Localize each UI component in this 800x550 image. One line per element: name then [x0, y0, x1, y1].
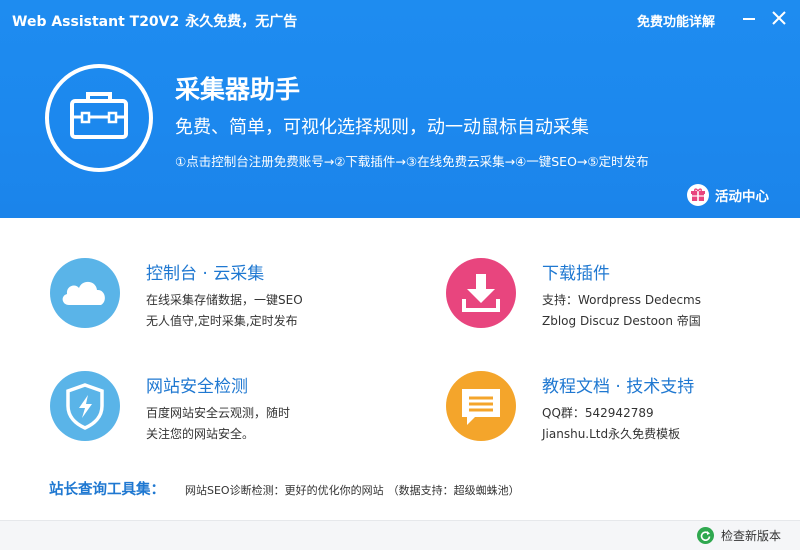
security-check-card-line1: 百度网站安全云观测，随时	[146, 406, 291, 420]
refresh-icon	[697, 527, 714, 544]
webmaster-tools-label: 站长查询工具集：	[49, 482, 165, 498]
docs-support-card-line1: QQ群：542942789	[542, 406, 654, 420]
download-plugin-card-line2: Zblog Discuz Destoon 帝国	[542, 314, 701, 328]
gift-icon	[687, 184, 709, 206]
console-card-line2: 无人值守,定时采集,定时发布	[146, 314, 298, 328]
hero-subtitle: 免费、简单，可视化选择规则，动一动鼠标自动采集	[175, 117, 589, 138]
check-update-label: 检查新版本	[721, 529, 782, 543]
footer-bar: 检查新版本	[0, 520, 800, 550]
activity-center-button[interactable]: 活动中心	[687, 183, 769, 207]
title-bar: Web Assistant T20V2 永久免费，无广告 免费功能详解	[0, 0, 800, 38]
minimize-button[interactable]	[739, 8, 759, 28]
cloud-icon	[50, 258, 120, 328]
download-plugin-card-line1: 支持：Wordpress Dedecms	[542, 293, 701, 307]
security-check-card-line2: 关注您的网站安全。	[146, 427, 255, 441]
docs-support-card-line2: Jianshu.Ltd永久免费模板	[542, 427, 681, 441]
webmaster-tools: 站长查询工具集： 网站SEO诊断检测：更好的优化你的网站 （数据支持：超级蜘蛛池…	[49, 478, 520, 499]
feature-details-link[interactable]: 免费功能详解	[637, 11, 715, 30]
activity-center-label: 活动中心	[715, 189, 769, 205]
shield-icon	[50, 371, 120, 441]
minimize-icon	[743, 18, 755, 20]
security-check-card[interactable]: 网站安全检测 百度网站安全云观测，随时 关注您的网站安全。	[49, 370, 379, 450]
app-name: Web Assistant T20V2	[12, 14, 180, 30]
app-title: Web Assistant T20V2 永久免费，无广告	[12, 11, 297, 31]
header-banner: Web Assistant T20V2 永久免费，无广告 免费功能详解 采集器助手…	[0, 0, 800, 218]
download-icon	[446, 258, 516, 328]
security-check-card-title: 网站安全检测	[146, 377, 248, 397]
check-update-button[interactable]: 检查新版本	[697, 527, 781, 544]
hero-steps: ①点击控制台注册免费账号→②下载插件→③在线免费云采集→④一键SEO→⑤定时发布	[175, 154, 649, 169]
docs-support-card[interactable]: 教程文档 · 技术支持 QQ群：542942789 Jianshu.Ltd永久免…	[445, 370, 775, 450]
console-card-line1: 在线采集存储数据，一键SEO	[146, 293, 303, 307]
data-support-note: （数据支持：超级蜘蛛池）	[387, 484, 520, 497]
toolbox-icon	[45, 64, 153, 172]
hero-title: 采集器助手	[175, 75, 301, 104]
close-button[interactable]	[769, 8, 789, 28]
console-card[interactable]: 控制台 · 云采集 在线采集存储数据，一键SEO 无人值守,定时采集,定时发布	[49, 257, 379, 337]
seo-check-link[interactable]: 网站SEO诊断检测：更好的优化你的网站	[185, 482, 384, 498]
app-slogan: 永久免费，无广告	[185, 14, 298, 30]
close-icon	[772, 11, 786, 25]
download-plugin-card-title: 下载插件	[542, 264, 610, 284]
docs-support-card-title: 教程文档 · 技术支持	[542, 377, 695, 397]
message-icon	[446, 371, 516, 441]
console-card-title: 控制台 · 云采集	[146, 264, 265, 284]
download-plugin-card[interactable]: 下载插件 支持：Wordpress Dedecms Zblog Discuz D…	[445, 257, 775, 337]
